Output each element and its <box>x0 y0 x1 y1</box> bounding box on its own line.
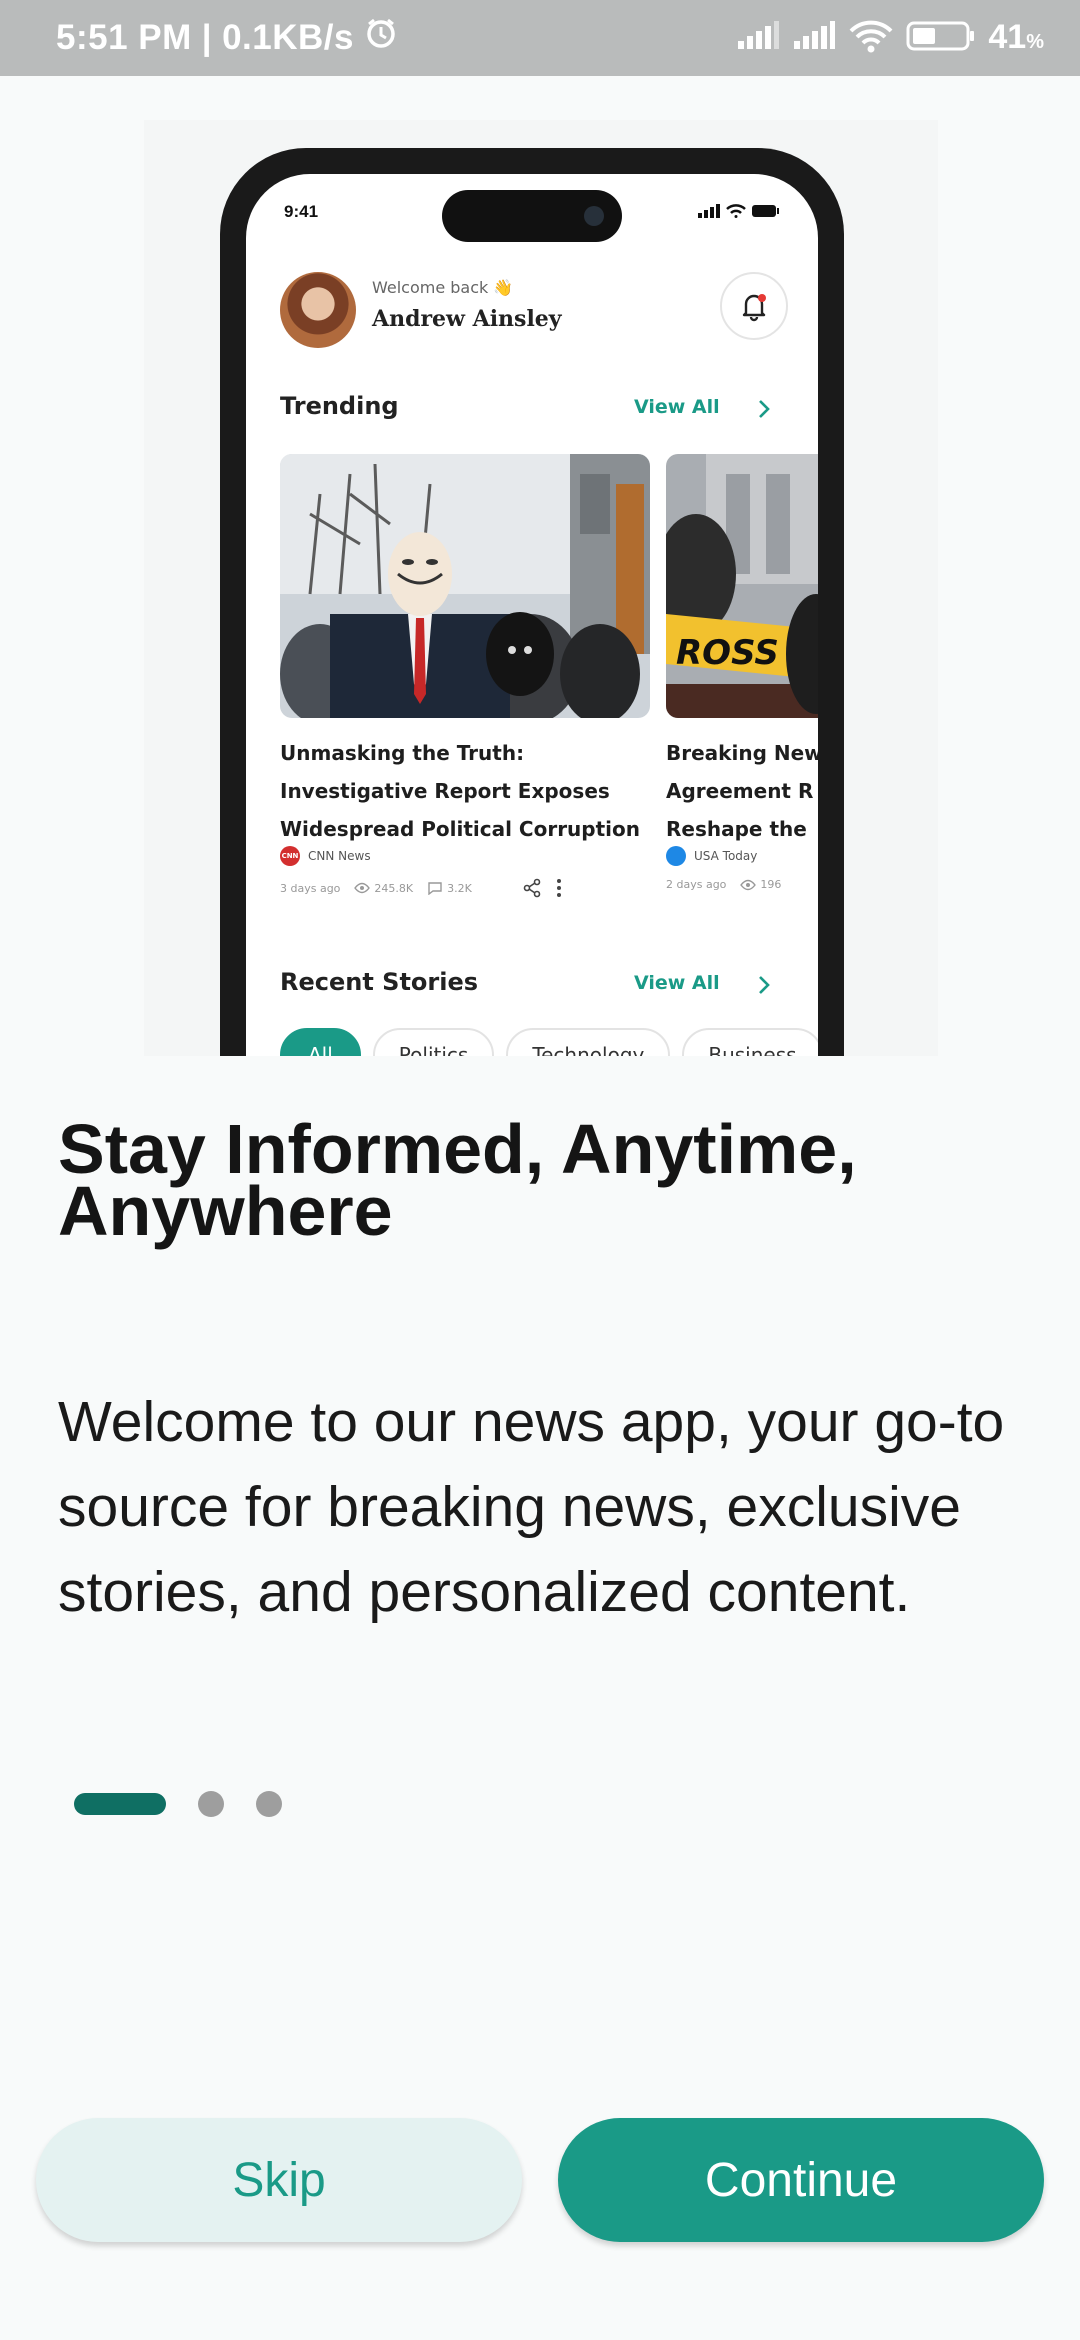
views: 245.8K <box>354 882 413 895</box>
eye-icon <box>740 879 757 890</box>
skip-button[interactable]: Skip <box>36 2118 522 2242</box>
onboarding-description: Welcome to our news app, your go-to sour… <box>58 1390 1005 1624</box>
continue-button[interactable]: Continue <box>558 2118 1044 2242</box>
chip-technology: Technology <box>506 1028 671 1056</box>
cnn-logo-icon: CNN <box>280 846 300 866</box>
chip-politics: Politics <box>372 1028 495 1056</box>
card-source: CNN CNN News <box>280 846 371 866</box>
category-chips: All Politics Technology Business <box>280 1028 818 1056</box>
card-source: USA Today <box>666 846 757 866</box>
trending-view-all: View All <box>634 396 720 418</box>
status-right: 41% <box>736 18 1044 57</box>
battery-percent: 41% <box>988 18 1044 56</box>
page-indicator <box>74 1791 282 1817</box>
chevron-right-icon <box>759 400 770 418</box>
more-icon <box>556 879 561 897</box>
comments: 3.2K <box>427 881 472 895</box>
network-speed: 0.1KB/s <box>222 17 354 57</box>
card-title: Unmasking the Truth: Investigative Repor… <box>280 741 641 841</box>
battery-icon <box>906 20 976 56</box>
views: 196 <box>740 878 781 891</box>
user-name: Andrew Ainsley <box>372 306 562 332</box>
card-meta: 2 days ago 196 <box>666 878 782 891</box>
welcome-label: Welcome back 👋 <box>372 278 514 297</box>
card-title: Breaking New Agreement R Reshape the <box>666 741 818 841</box>
page-dot <box>198 1791 224 1817</box>
notification-button <box>720 272 788 340</box>
onboarding-illustration: 9:41 Welcome back 👋 Andrew Ainsley Trend… <box>144 120 938 1056</box>
avatar <box>280 272 356 348</box>
preview-time: 9:41 <box>284 202 319 221</box>
status-time: 5:51 PM <box>56 17 192 57</box>
phone-screen: 9:41 Welcome back 👋 Andrew Ainsley Trend… <box>246 174 818 1056</box>
preview-status-icons <box>698 204 780 218</box>
chevron-right-icon <box>759 976 770 994</box>
recent-view-all: View All <box>634 972 720 994</box>
alarm-icon <box>364 16 398 59</box>
svg-text:ROSS: ROSS <box>676 633 779 673</box>
card-meta: 3 days ago 245.8K 3.2K <box>280 878 650 898</box>
recent-stories-title: Recent Stories <box>280 968 479 996</box>
signal-icon <box>792 20 836 55</box>
page-dot <box>256 1791 282 1817</box>
status-bar: 5:51 PM | 0.1KB/s 41% <box>0 0 1080 76</box>
signal-icon <box>736 20 780 55</box>
page-dot-active <box>74 1793 166 1815</box>
status-left: 5:51 PM | 0.1KB/s <box>56 16 398 59</box>
phone-frame: 9:41 Welcome back 👋 Andrew Ainsley Trend… <box>220 148 844 1056</box>
trending-title: Trending <box>280 392 399 420</box>
chip-business: Business <box>682 1028 818 1056</box>
trending-card-image <box>280 454 650 718</box>
comment-icon <box>428 882 442 895</box>
chip-all: All <box>280 1028 361 1056</box>
bell-icon <box>742 294 766 322</box>
onboarding-headline: Stay Informed, Anytime, Anywhere <box>58 1110 857 1250</box>
wifi-icon <box>848 19 894 57</box>
dynamic-island <box>442 190 622 242</box>
trending-card-image: ROSS <box>666 454 818 718</box>
share-icon <box>523 878 541 898</box>
usa-today-logo-icon <box>666 846 686 866</box>
eye-icon <box>354 882 371 894</box>
